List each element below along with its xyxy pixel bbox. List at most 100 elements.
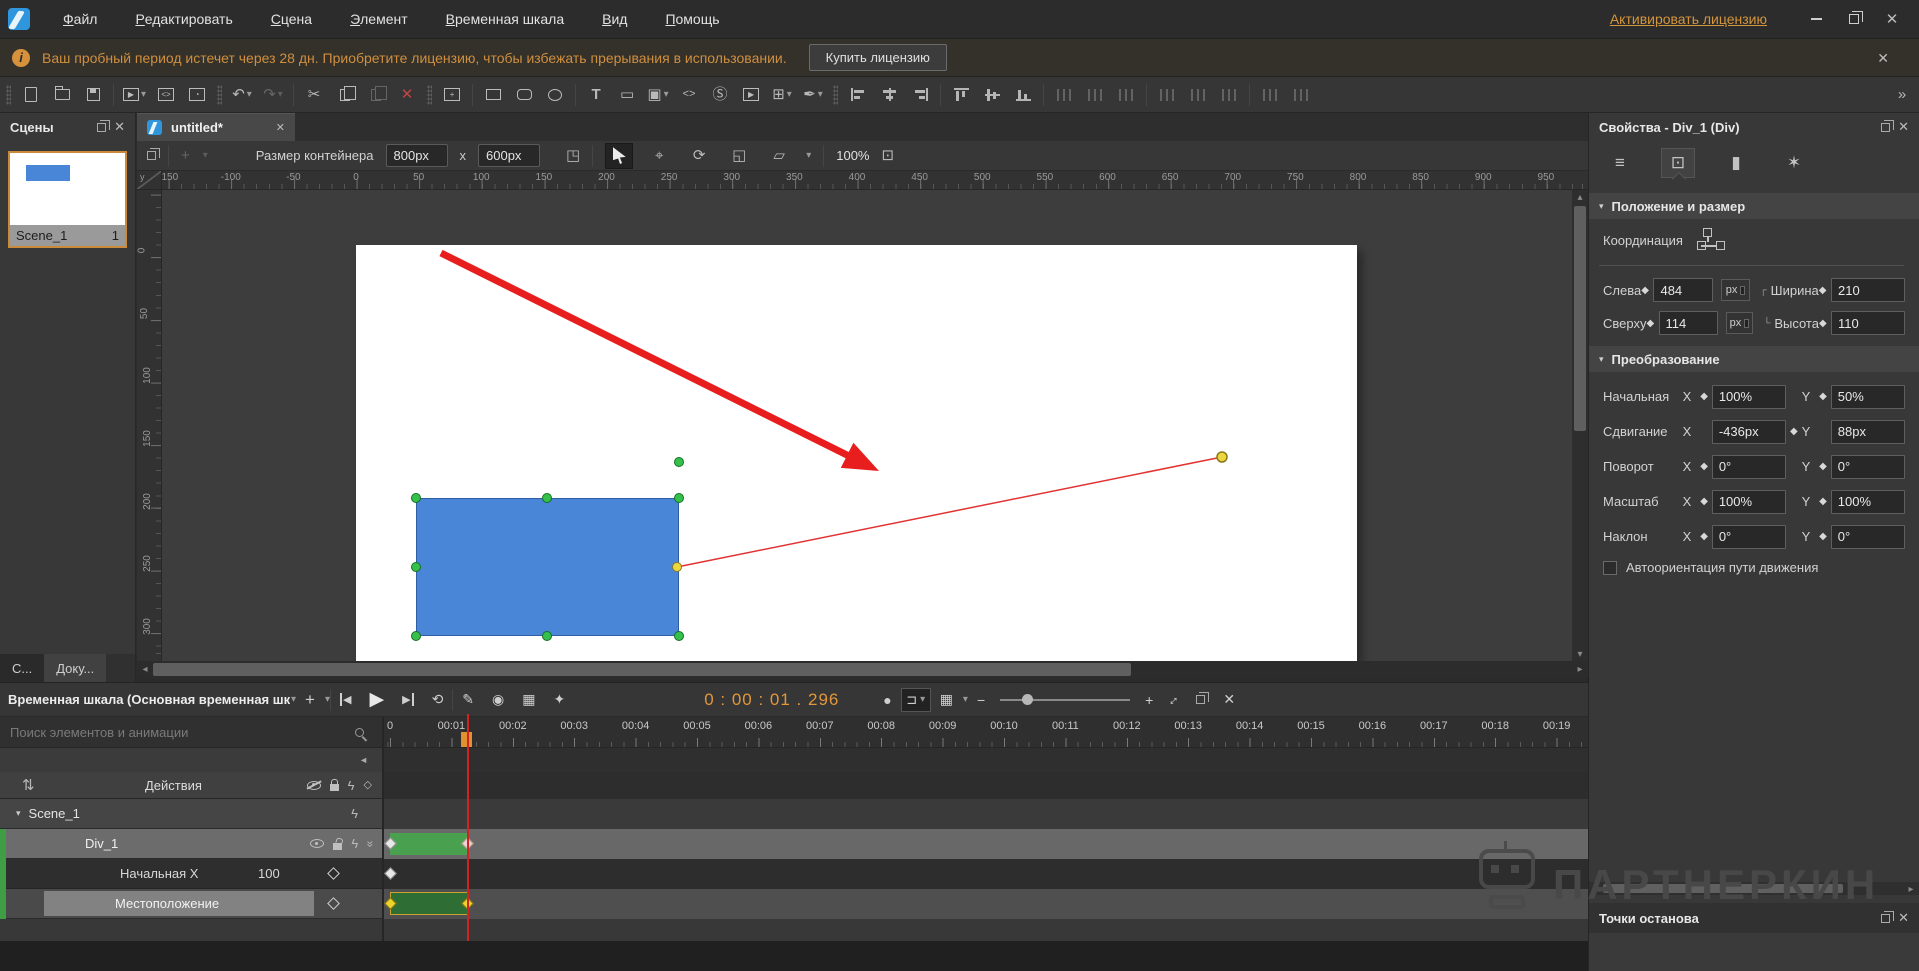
skip-to-start-icon[interactable]: ◀: [340, 693, 351, 706]
align-bottom-button[interactable]: [1012, 82, 1034, 108]
save-button[interactable]: [82, 82, 104, 108]
marker-icon[interactable]: ●: [883, 692, 891, 708]
float-panel-icon[interactable]: [1881, 123, 1890, 132]
workspace-icon[interactable]: [147, 151, 156, 160]
menu-item-4[interactable]: Временная шкала: [427, 0, 583, 39]
rotate-tool-button[interactable]: ⟳: [685, 143, 713, 169]
align-top-button[interactable]: [950, 82, 972, 108]
lock-open-icon[interactable]: [333, 843, 342, 850]
play-icon[interactable]: ▶: [369, 688, 384, 711]
vertical-scroll-thumb[interactable]: [1574, 206, 1586, 431]
transform-x-input[interactable]: 0°: [1712, 455, 1786, 479]
expand-props-icon[interactable]: »: [365, 840, 377, 847]
timeline-row-div[interactable]: Div_1 ϟ »: [0, 829, 1588, 859]
animation-icon[interactable]: ϟ: [351, 837, 358, 850]
close-panel-icon[interactable]: ✕: [1898, 910, 1909, 926]
fit-screen-icon[interactable]: ⊡: [881, 148, 894, 163]
keyframe-diamond-icon[interactable]: ◆: [1696, 496, 1712, 507]
trial-close-icon[interactable]: ✕: [1877, 51, 1889, 65]
close-panel-icon[interactable]: ✕: [1898, 119, 1909, 135]
copy-button[interactable]: [334, 82, 356, 108]
horizontal-scroll-thumb[interactable]: [153, 663, 1131, 676]
close-panel-icon[interactable]: ✕: [114, 119, 125, 135]
document-tab-close-icon[interactable]: ✕: [276, 121, 285, 134]
skip-to-end-icon[interactable]: ▶: [402, 693, 413, 706]
grid-icon[interactable]: ▦: [940, 691, 953, 708]
pen-tool-button[interactable]: ✒▾: [802, 82, 824, 108]
scroll-thumb[interactable]: [1603, 884, 1843, 893]
add-keyframe-icon[interactable]: [327, 867, 340, 880]
transform-y-input[interactable]: 50%: [1831, 385, 1905, 409]
section-transform[interactable]: ▾ Преобразование: [1589, 346, 1919, 372]
timeline-row-initial-x[interactable]: Начальная X 100: [0, 859, 1588, 889]
redo-button[interactable]: ↷▾: [262, 82, 284, 108]
transform-y-input[interactable]: 0°: [1831, 455, 1905, 479]
float-panel-icon[interactable]: [97, 123, 106, 132]
toolbar-overflow-button[interactable]: »: [1891, 82, 1913, 108]
resize-handle-bottom-center[interactable]: [542, 631, 552, 641]
keyframe-diamond-icon[interactable]: ◆: [1819, 285, 1831, 296]
keyframe-diamond-icon[interactable]: ◆: [1815, 531, 1831, 542]
float-panel-icon[interactable]: [1196, 695, 1205, 704]
effects-icon[interactable]: ✦: [553, 691, 565, 708]
keyframe-diamond-icon[interactable]: ◆: [1641, 285, 1653, 296]
transform-x-input[interactable]: 0°: [1712, 525, 1786, 549]
new-file-button[interactable]: [20, 82, 42, 108]
height-input[interactable]: 110: [1831, 311, 1905, 335]
close-button[interactable]: ✕: [1873, 0, 1911, 39]
html-widget-button[interactable]: <>: [678, 82, 700, 108]
chevron-down-icon[interactable]: ▾: [664, 89, 669, 100]
resize-handle-top-left[interactable]: [411, 493, 421, 503]
div-tool-button[interactable]: ▭: [616, 82, 638, 108]
chevron-down-icon[interactable]: ▾: [963, 694, 968, 705]
document-tab[interactable]: untitled* ✕: [137, 113, 295, 141]
menu-item-3[interactable]: Элемент: [331, 0, 427, 39]
cut-button[interactable]: ✂: [303, 82, 325, 108]
collapse-arrow-icon[interactable]: ▾: [16, 808, 21, 819]
select-tool-button[interactable]: [605, 143, 633, 169]
menu-item-5[interactable]: Вид: [583, 0, 646, 39]
stage[interactable]: [356, 245, 1357, 661]
filmstrip-icon[interactable]: ▦: [522, 691, 535, 708]
snap-toggle[interactable]: ⊐▾: [901, 688, 931, 712]
resize-scene-icon[interactable]: ◳: [566, 148, 580, 163]
canvas-vertical-scrollbar[interactable]: ▴ ▾: [1572, 190, 1588, 661]
property-row-value[interactable]: 100: [258, 866, 280, 881]
transform-x-input[interactable]: 100%: [1712, 385, 1786, 409]
record-icon[interactable]: ◉: [492, 691, 504, 708]
autoorient-row[interactable]: Автоориентация пути движения: [1603, 560, 1818, 575]
video-tool-button[interactable]: ▶: [740, 82, 762, 108]
tab-styles[interactable]: ▮: [1719, 148, 1753, 178]
transform-y-input[interactable]: 100%: [1831, 490, 1905, 514]
scroll-down-icon[interactable]: ▾: [1572, 647, 1588, 661]
tab-effects[interactable]: ✶: [1777, 148, 1811, 178]
playhead-line[interactable]: [467, 714, 469, 941]
scroll-up-icon[interactable]: ▴: [1572, 190, 1588, 204]
zoom-in-icon[interactable]: +: [1145, 692, 1153, 708]
anchor-tool-button[interactable]: ⌖: [645, 143, 673, 169]
open-button[interactable]: [51, 82, 73, 108]
rotate-handle[interactable]: [674, 457, 684, 467]
tab-document[interactable]: Доку...: [44, 654, 106, 682]
float-panel-icon[interactable]: [1881, 914, 1890, 923]
timeline-row-scene[interactable]: ▾ Scene_1 ϟ: [0, 799, 1588, 829]
keyframe-diamond-icon[interactable]: ◆: [1819, 318, 1831, 329]
container-height-input[interactable]: 600px: [478, 144, 540, 167]
timeline-column-divider[interactable]: [382, 717, 384, 941]
keyframe-diamond-icon[interactable]: ◆: [1815, 461, 1831, 472]
timeline-ruler[interactable]: 000:0100:0200:0300:0400:0500:0600:0700:0…: [382, 717, 1588, 748]
tab-position-size[interactable]: ⊡: [1661, 148, 1695, 178]
tab-scenes[interactable]: С...: [0, 654, 44, 682]
add-keyframe-icon[interactable]: [327, 897, 340, 910]
chevron-down-icon[interactable]: ▾: [818, 89, 823, 100]
scene-thumbnail-card[interactable]: Scene_1 1: [8, 151, 127, 248]
image-tool-button[interactable]: ▣▾: [647, 82, 669, 108]
width-input[interactable]: 210: [1831, 278, 1905, 302]
delete-button[interactable]: ✕: [396, 82, 418, 108]
keyframe-diamond-icon[interactable]: ◆: [1815, 391, 1831, 402]
keyframe-diamond-icon[interactable]: ◆: [1696, 461, 1712, 472]
add-animation-icon[interactable]: +: [305, 690, 315, 710]
menu-item-0[interactable]: Файл: [44, 0, 116, 39]
chevron-down-icon[interactable]: ▾: [141, 89, 146, 100]
publish-button[interactable]: <>: [155, 82, 177, 108]
